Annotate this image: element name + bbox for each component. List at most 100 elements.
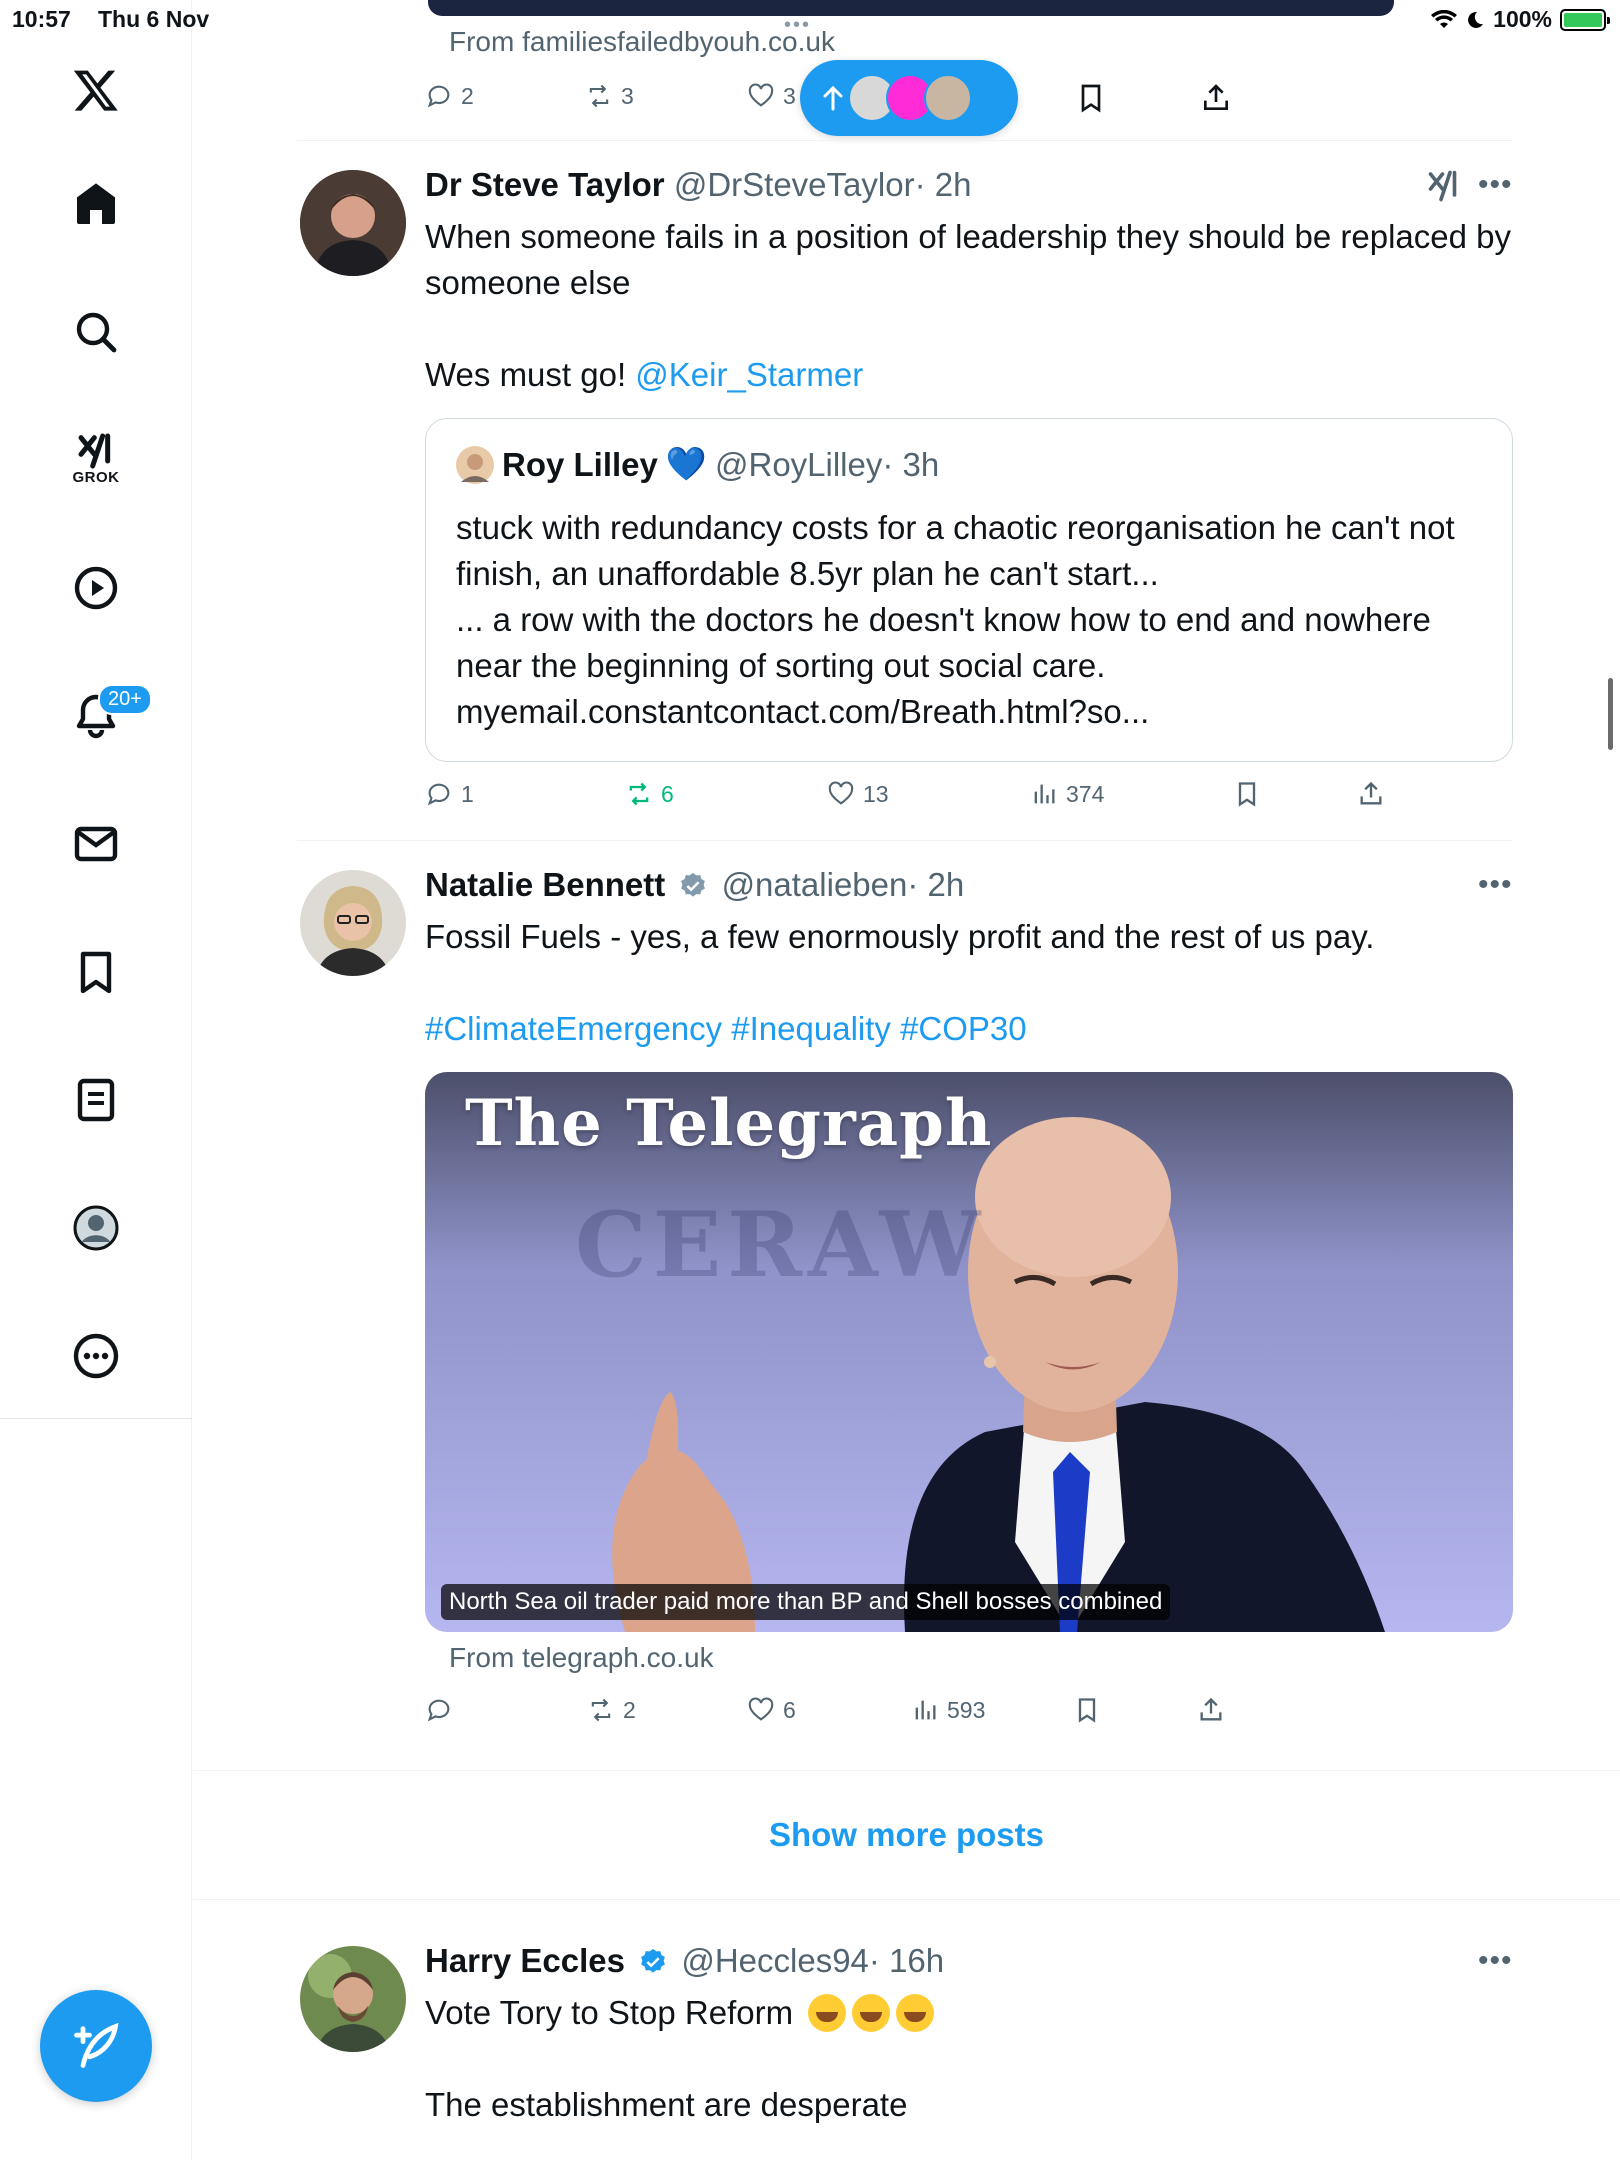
views-button[interactable]: 374 [1030, 780, 1104, 808]
battery-percent: 100% [1493, 6, 1552, 32]
share-icon [1200, 1697, 1222, 1721]
bookmark-icon [1081, 84, 1101, 113]
tweet-text-prefix: Wes must go! [425, 356, 636, 393]
tweet-time[interactable]: · 16h [869, 1942, 944, 1979]
reply-icon [427, 85, 450, 108]
compose-post-button[interactable] [40, 1990, 152, 2102]
tweet-text-line: Vote Tory to Stop Reform [425, 1990, 1515, 2036]
verified-badge-icon [641, 1948, 666, 1973]
reply-button[interactable]: 2 [425, 82, 474, 110]
bookmark-button[interactable] [1075, 82, 1107, 114]
repost-button[interactable]: 3 [585, 82, 634, 110]
background-sign-text: CERAW [575, 1192, 987, 1298]
more-options-icon[interactable] [48, 1308, 144, 1404]
avatar[interactable] [300, 1946, 406, 2052]
laughing-emoji-icon [852, 1994, 891, 2032]
grok-explain-icon[interactable] [1426, 168, 1462, 204]
avatar[interactable] [456, 445, 494, 484]
grok-icon[interactable]: GROK [48, 410, 144, 506]
like-button[interactable]: 3 [747, 82, 796, 110]
share-button[interactable] [1200, 82, 1232, 114]
tweet-more-options-icon[interactable]: ••• [1478, 868, 1513, 902]
bookmarks-icon[interactable] [48, 924, 144, 1020]
mention-link[interactable]: @Keir_Starmer [635, 356, 863, 393]
avatar[interactable] [300, 170, 406, 276]
like-button[interactable]: 13 [827, 780, 889, 808]
views-chart-icon [1034, 784, 1055, 804]
battery-icon [1560, 8, 1610, 31]
sidebar-divider [0, 1418, 192, 1419]
repost-button[interactable]: 6 [625, 780, 674, 808]
show-more-posts-button[interactable]: Show more posts [193, 1770, 1620, 1900]
tweet-separator [297, 140, 1513, 141]
tweet-text-content: Vote Tory to Stop Reform [425, 1994, 794, 2031]
multitasking-dots-icon[interactable]: ••• [784, 14, 811, 37]
blue-heart-emoji: 💙 [665, 445, 707, 482]
home-icon[interactable] [48, 156, 144, 252]
tweet-header: Harry Eccles @Heccles94· 16h [425, 1942, 944, 1980]
views-button[interactable]: 593 [911, 1696, 985, 1724]
tweet-time[interactable]: · 2h [915, 166, 972, 203]
tweet-time[interactable]: · 2h [907, 866, 964, 903]
lists-icon[interactable] [48, 1052, 144, 1148]
quoted-tweet-header: Roy Lilley 💙 @RoyLilley · 3h [456, 445, 939, 484]
quoted-author-name[interactable]: Roy Lilley [502, 446, 658, 484]
messages-envelope-icon[interactable] [48, 796, 144, 892]
profile-avatar-icon[interactable] [48, 1180, 144, 1276]
laughing-emoji-icon [808, 1994, 847, 2032]
repost-button[interactable]: 2 [587, 1696, 636, 1724]
tweet-more-options-icon[interactable]: ••• [1478, 168, 1513, 202]
status-bar: 10:57 Thu 6 Nov ••• 100% [0, 0, 1620, 40]
link-preview-image[interactable]: CERAW The Telegraph North Sea oil trader… [425, 1072, 1513, 1632]
tweet-text-line: The establishment are desperate [425, 2086, 908, 2123]
avatar[interactable] [300, 870, 406, 976]
share-icon [1204, 84, 1228, 110]
repost-icon [591, 1698, 611, 1722]
scrollbar-thumb[interactable] [1608, 678, 1613, 750]
quoted-author-handle[interactable]: @RoyLilley [715, 446, 882, 484]
repost-icon [589, 84, 609, 108]
video-icon[interactable] [48, 540, 144, 636]
tweet-text-line: Fossil Fuels - yes, a few enormously pro… [425, 918, 1375, 955]
repost-count: 6 [661, 780, 674, 807]
reply-count: 1 [461, 780, 474, 807]
status-indicators: 100% [1431, 6, 1610, 33]
repost-count: 2 [623, 1696, 636, 1723]
search-icon[interactable] [48, 284, 144, 380]
tweet-text-line: Wes must go! @Keir_Starmer [425, 352, 1515, 398]
like-count: 3 [783, 82, 796, 109]
notifications-bell-icon[interactable]: 20+ [48, 668, 152, 764]
reply-button[interactable]: 1 [425, 780, 474, 808]
grok-label: GROK [72, 468, 120, 486]
heart-icon [828, 781, 854, 805]
author-name[interactable]: Dr Steve Taylor [425, 166, 665, 203]
author-name[interactable]: Natalie Bennett [425, 866, 665, 903]
bookmark-icon [1238, 782, 1256, 807]
heart-icon [748, 83, 774, 107]
bookmark-button[interactable] [1073, 1696, 1101, 1724]
sidebar-nav: GROK 20+ [0, 0, 192, 2160]
show-more-label: Show more posts [768, 1816, 1045, 1853]
moon-icon [1468, 11, 1484, 28]
reply-button[interactable] [425, 1696, 461, 1724]
quoted-tweet-card[interactable]: Roy Lilley 💙 @RoyLilley · 3h stuck with r… [425, 418, 1513, 762]
tweet-actions: 1 6 13 374 [425, 780, 1525, 820]
share-button[interactable] [1357, 780, 1385, 808]
tweet-text: Fossil Fuels - yes, a few enormously pro… [425, 914, 1515, 1052]
hashtag-links[interactable]: #ClimateEmergency #Inequality #COP30 [425, 1006, 1515, 1052]
link-source[interactable]: From telegraph.co.uk [449, 1642, 714, 1674]
author-name[interactable]: Harry Eccles [425, 1942, 625, 1979]
repost-count: 3 [621, 82, 634, 109]
like-count: 13 [863, 780, 889, 807]
bookmark-button[interactable] [1233, 780, 1261, 808]
x-logo-icon[interactable] [48, 42, 144, 138]
publication-masthead: The Telegraph [465, 1086, 993, 1161]
author-handle[interactable]: @natalieben [722, 866, 908, 903]
author-handle[interactable]: @DrSteveTaylor [674, 166, 915, 203]
tweet-more-options-icon[interactable]: ••• [1478, 1944, 1513, 1978]
like-button[interactable]: 6 [747, 1696, 796, 1724]
new-posts-pill-button[interactable] [800, 60, 1018, 136]
reply-icon [427, 1699, 450, 1722]
share-button[interactable] [1197, 1696, 1225, 1724]
author-handle[interactable]: @Heccles94 [681, 1942, 869, 1979]
